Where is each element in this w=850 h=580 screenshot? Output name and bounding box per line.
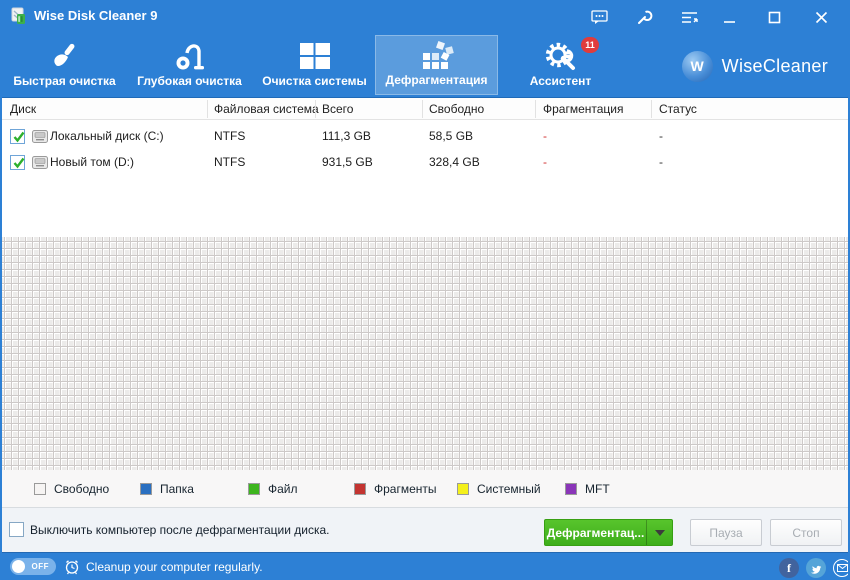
action-bar: Выключить компьютер после дефрагментации… xyxy=(2,507,848,552)
windows-icon xyxy=(253,38,376,74)
disk-total: 111,3 GB xyxy=(322,129,371,143)
menu-icon[interactable] xyxy=(676,5,702,29)
disk-d-checkbox[interactable] xyxy=(10,155,25,170)
header-separator xyxy=(422,100,423,118)
twitter-icon[interactable] xyxy=(806,558,826,578)
toggle-state: OFF xyxy=(31,562,49,571)
disk-name: Локальный диск (C:) xyxy=(50,129,164,143)
close-button[interactable] xyxy=(808,5,834,29)
column-header-status[interactable]: Статус xyxy=(655,98,697,120)
defrag-blocks-icon xyxy=(376,39,497,75)
disk-free: 328,4 GB xyxy=(429,155,480,169)
disk-drive-icon xyxy=(32,130,48,148)
disk-table-header: Диск Файловая система Всего Свободно Фра… xyxy=(2,97,848,120)
legend-item-system: Системный xyxy=(457,482,541,496)
facebook-icon[interactable]: f xyxy=(779,558,799,578)
toggle-knob xyxy=(12,560,25,573)
disk-frag: - xyxy=(543,129,547,143)
tab-assistant[interactable]: 11 Ассистент xyxy=(499,35,622,95)
email-icon[interactable] xyxy=(833,559,848,577)
legend-bar: Свободно Папка Файл Фрагменты Системный … xyxy=(2,470,848,507)
legend-free-swatch xyxy=(34,483,46,495)
tab-label: Очистка системы xyxy=(262,74,367,88)
brush-icon xyxy=(3,38,126,74)
disk-fs: NTFS xyxy=(214,155,246,169)
chevron-down-icon xyxy=(654,529,665,536)
legend-mft-swatch xyxy=(565,483,577,495)
settings-wrench-icon[interactable] xyxy=(631,5,657,29)
legend-item-fragments: Фрагменты xyxy=(354,482,437,496)
disk-fs: NTFS xyxy=(214,129,246,143)
tab-label: Глубокая очистка xyxy=(137,74,242,88)
brand-ball-icon: W xyxy=(681,50,713,82)
alarm-clock-icon xyxy=(64,559,80,580)
titlebar: Wise Disk Cleaner 9 xyxy=(2,0,848,32)
scheduler-toggle[interactable]: OFF xyxy=(10,558,56,575)
legend-item-folder: Папка xyxy=(140,482,194,496)
shutdown-after-defrag-label: Выключить компьютер после дефрагментации… xyxy=(30,523,330,537)
defrag-block-map xyxy=(2,237,848,470)
column-header-free[interactable]: Свободно xyxy=(425,98,484,120)
vacuum-icon xyxy=(128,38,251,74)
table-row-disk-c[interactable]: Локальный диск (C:) NTFS 111,3 GB 58,5 G… xyxy=(2,123,848,150)
tab-system-clean[interactable]: Очистка системы xyxy=(253,35,376,95)
column-header-fs[interactable]: Файловая система xyxy=(210,98,319,120)
disk-frag: - xyxy=(543,155,547,169)
disk-total: 931,5 GB xyxy=(322,155,373,169)
disk-name: Новый том (D:) xyxy=(50,155,134,169)
tab-label: Быстрая очистка xyxy=(13,74,116,88)
defrag-dropdown-button[interactable] xyxy=(646,520,672,545)
tab-label: Дефрагментация xyxy=(385,73,488,87)
tab-label: Ассистент xyxy=(529,74,592,88)
pause-button[interactable]: Пауза xyxy=(690,519,762,546)
tab-defrag[interactable]: Дефрагментация xyxy=(375,35,498,95)
app-window: Wise Disk Cleaner 9 Быстрая очистка Глуб… xyxy=(0,0,850,580)
legend-system-swatch xyxy=(457,483,469,495)
brand-name: WiseCleaner xyxy=(721,55,828,76)
assistant-badge: 11 xyxy=(581,37,599,53)
header-separator xyxy=(315,100,316,118)
legend-file-swatch xyxy=(248,483,260,495)
disk-free: 58,5 GB xyxy=(429,129,474,143)
tab-quick-clean[interactable]: Быстрая очистка xyxy=(3,35,126,95)
minimize-button[interactable] xyxy=(716,5,742,29)
legend-fragments-swatch xyxy=(354,483,366,495)
disk-status: - xyxy=(659,155,663,169)
header-separator xyxy=(651,100,652,118)
statusbar-message: Cleanup your computer regularly. xyxy=(86,560,263,574)
maximize-button[interactable] xyxy=(761,5,787,29)
gear-wrench-icon xyxy=(499,38,622,74)
feedback-icon[interactable] xyxy=(586,5,612,29)
tab-deep-clean[interactable]: Глубокая очистка xyxy=(128,35,251,95)
disk-table-body: Локальный диск (C:) NTFS 111,3 GB 58,5 G… xyxy=(2,121,848,237)
legend-item-free: Свободно xyxy=(34,482,109,496)
table-row-disk-d[interactable]: Новый том (D:) NTFS 931,5 GB 328,4 GB - … xyxy=(2,149,848,176)
defrag-split-button[interactable]: Дефрагментац... xyxy=(544,519,673,546)
defrag-button[interactable]: Дефрагментац... xyxy=(545,520,646,545)
app-logo-icon xyxy=(10,7,28,25)
disk-status: - xyxy=(659,129,663,143)
shutdown-after-defrag-checkbox[interactable] xyxy=(9,522,24,537)
stop-button[interactable]: Стоп xyxy=(770,519,842,546)
column-header-disk[interactable]: Диск xyxy=(6,98,36,120)
legend-item-file: Файл xyxy=(248,482,298,496)
disk-c-checkbox[interactable] xyxy=(10,129,25,144)
brand-logo[interactable]: W WiseCleaner xyxy=(681,48,828,84)
toolbar: Быстрая очистка Глубокая очистка Очистка… xyxy=(2,32,848,97)
window-title: Wise Disk Cleaner 9 xyxy=(34,8,158,23)
disk-drive-icon xyxy=(32,156,48,174)
statusbar: OFF Cleanup your computer regularly. f xyxy=(2,552,848,580)
header-separator xyxy=(535,100,536,118)
legend-folder-swatch xyxy=(140,483,152,495)
header-separator xyxy=(207,100,208,118)
column-header-frag[interactable]: Фрагментация xyxy=(539,98,624,120)
column-header-total[interactable]: Всего xyxy=(318,98,353,120)
legend-item-mft: MFT xyxy=(565,482,610,496)
